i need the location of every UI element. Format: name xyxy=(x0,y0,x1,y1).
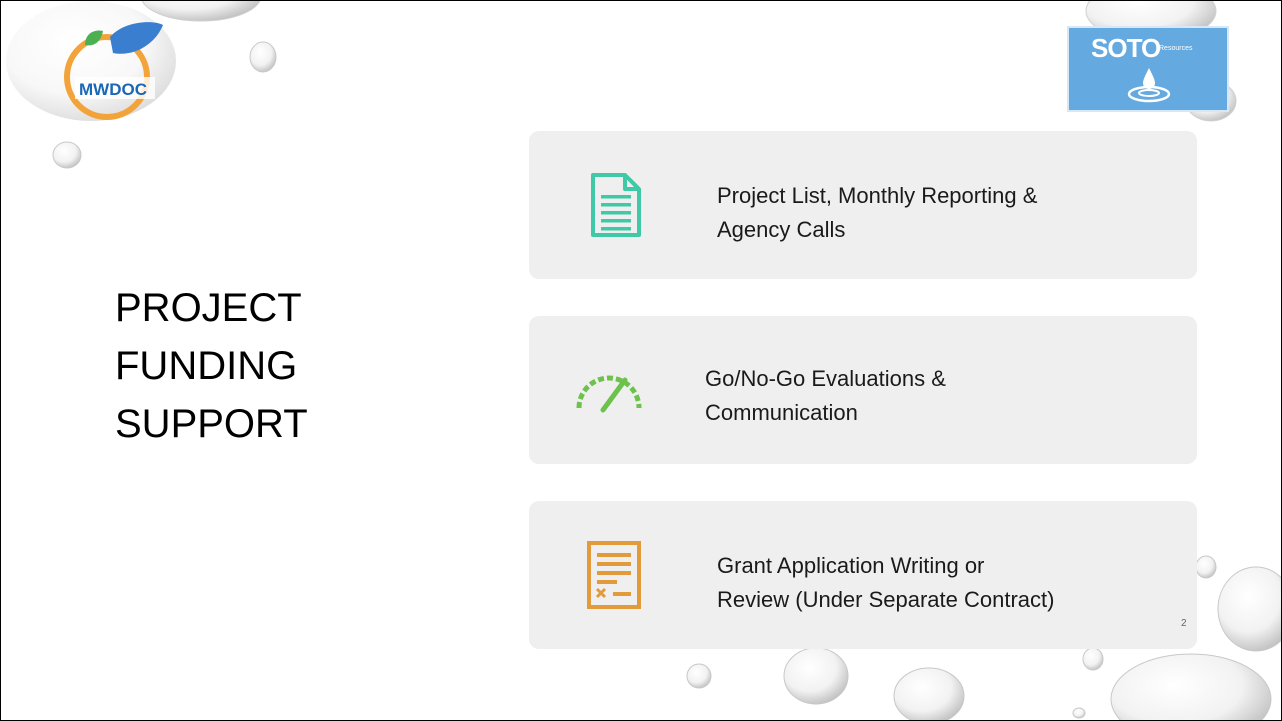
page-number: 2 xyxy=(1181,618,1187,629)
card-go-no-go: Go/No-Go Evaluations & Communication xyxy=(529,316,1197,464)
water-drop-icon xyxy=(1127,68,1171,103)
card-project-list: Project List, Monthly Reporting & Agency… xyxy=(529,131,1197,279)
title-line-1: PROJECT xyxy=(115,286,302,330)
card-line-1: Grant Application Writing or xyxy=(717,553,985,578)
card-text: Project List, Monthly Reporting & Agency… xyxy=(717,179,1187,247)
slide-title: PROJECT FUNDING SUPPORT xyxy=(115,279,308,453)
title-line-2: FUNDING xyxy=(115,344,298,388)
card-text: Grant Application Writing or Review (Und… xyxy=(717,549,1187,617)
card-line-2: Review (Under Separate Contract) xyxy=(717,587,1055,612)
soto-logo-text: SOTO xyxy=(1091,33,1161,63)
soto-logo-subtext: Resources xyxy=(1159,45,1193,52)
card-grant-application: Grant Application Writing or Review (Und… xyxy=(529,501,1197,649)
card-line-2: Communication xyxy=(705,400,858,425)
card-line-2: Agency Calls xyxy=(717,217,846,242)
form-icon xyxy=(587,541,641,609)
gauge-icon xyxy=(576,375,642,413)
document-icon xyxy=(591,173,641,237)
svg-text:MWDOC: MWDOC xyxy=(79,80,147,99)
slide: MWDOC SOTO Resources PROJECT FUNDING SUP… xyxy=(0,0,1282,721)
soto-resources-logo: SOTO Resources xyxy=(1067,26,1229,112)
card-line-1: Project List, Monthly Reporting & xyxy=(717,183,1038,208)
card-line-1: Go/No-Go Evaluations & xyxy=(705,366,946,391)
title-line-3: SUPPORT xyxy=(115,402,308,446)
mwdoc-logo: MWDOC xyxy=(64,22,163,120)
card-text: Go/No-Go Evaluations & Communication xyxy=(705,362,1175,430)
